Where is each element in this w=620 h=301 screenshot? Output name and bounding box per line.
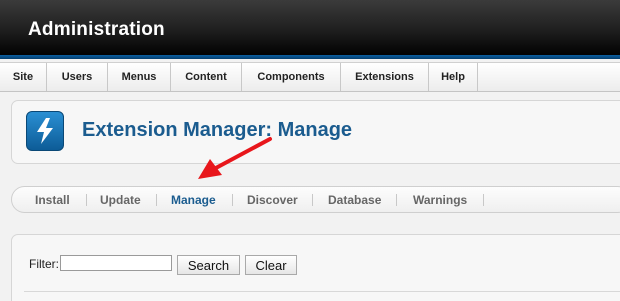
menu-item-help[interactable]: Help xyxy=(429,63,478,91)
menu-item-label: Components xyxy=(257,71,325,83)
page: Administration Site Users Menus Content … xyxy=(0,0,620,301)
menu-item-label: Menus xyxy=(121,71,157,83)
lightning-bolt-icon xyxy=(26,111,64,151)
menu-item-components[interactable]: Components xyxy=(242,63,341,91)
submenu-item-manage[interactable]: Manage xyxy=(171,193,216,207)
submenu-item-discover[interactable]: Discover xyxy=(247,193,298,207)
submenu-separator xyxy=(312,194,313,206)
main-menu: Site Users Menus Content Components Exte… xyxy=(0,62,620,92)
menu-item-users[interactable]: Users xyxy=(47,63,108,91)
submenu: Install Update Manage Discover Database … xyxy=(11,186,620,213)
header-accent-bar xyxy=(0,55,620,59)
submenu-item-database[interactable]: Database xyxy=(328,193,381,207)
admin-header: Administration xyxy=(0,0,620,56)
submenu-item-update[interactable]: Update xyxy=(100,193,141,207)
menu-item-menus[interactable]: Menus xyxy=(108,63,171,91)
submenu-separator xyxy=(396,194,397,206)
header-title: Administration xyxy=(28,19,165,40)
search-button[interactable]: Search xyxy=(177,255,240,275)
menu-item-label: Extensions xyxy=(355,71,414,83)
red-arrow-annotation-icon xyxy=(198,137,272,179)
submenu-separator xyxy=(232,194,233,206)
clear-button[interactable]: Clear xyxy=(245,255,297,275)
submenu-item-install[interactable]: Install xyxy=(35,193,70,207)
menu-item-site[interactable]: Site xyxy=(0,63,47,91)
menu-item-label: Help xyxy=(441,71,465,83)
menu-item-content[interactable]: Content xyxy=(171,63,242,91)
menu-item-label: Content xyxy=(185,71,227,83)
submenu-item-warnings[interactable]: Warnings xyxy=(413,193,467,207)
submenu-separator xyxy=(483,194,484,206)
filter-input[interactable] xyxy=(60,255,172,271)
submenu-separator xyxy=(86,194,87,206)
filter-label: Filter: xyxy=(29,257,59,271)
menu-item-label: Site xyxy=(12,71,34,83)
submenu-separator xyxy=(156,194,157,206)
menu-item-label: Users xyxy=(61,71,93,83)
menu-item-extensions[interactable]: Extensions xyxy=(341,63,429,91)
filter-divider xyxy=(24,291,620,292)
